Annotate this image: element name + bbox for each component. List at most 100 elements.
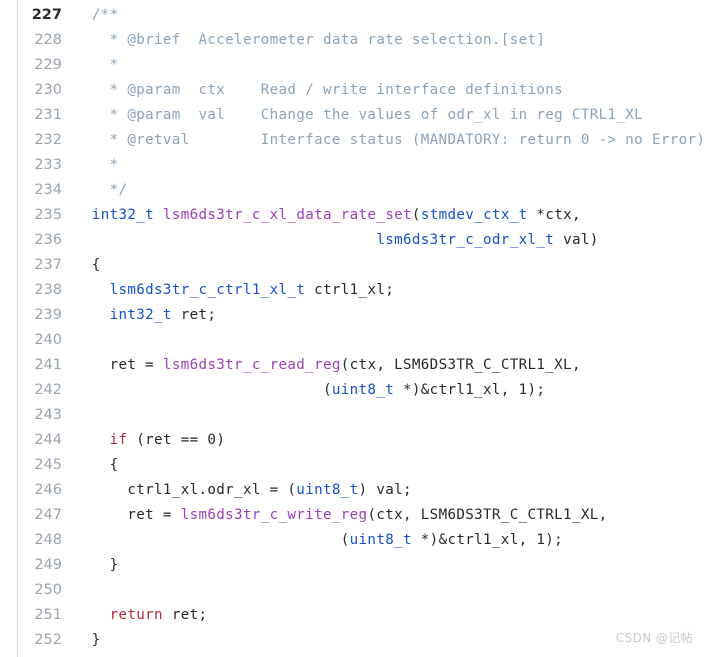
line-content: (uint8_t *)&ctrl1_xl, 1); <box>74 378 704 403</box>
code-line[interactable]: 249 } <box>0 553 704 578</box>
code-line[interactable]: 230 * @param ctx Read / write interface … <box>0 78 704 103</box>
code-token: * <box>74 157 119 173</box>
line-content: (uint8_t *)&ctrl1_xl, 1); <box>74 528 704 553</box>
code-token: ret = <box>74 507 181 523</box>
code-token: ( <box>74 532 350 548</box>
code-line-list: 227 /** 228 * @brief Accelerometer data r… <box>0 0 704 653</box>
code-token: } <box>74 557 119 573</box>
code-line[interactable]: 227 /** <box>0 3 704 28</box>
code-token: int32_t <box>109 307 172 323</box>
code-token: * @param ctx Read / write interface defi… <box>74 82 564 98</box>
code-line[interactable]: 252 } <box>0 628 704 653</box>
line-content: * <box>74 153 704 178</box>
line-number: 240 <box>34 332 62 348</box>
line-number: 228 <box>34 32 62 48</box>
line-number: 249 <box>34 557 62 573</box>
code-token: ret; <box>162 607 208 623</box>
code-line[interactable]: 236 lsm6ds3tr_c_odr_xl_t val) <box>0 228 704 253</box>
code-line[interactable]: 239 int32_t ret; <box>0 303 704 328</box>
code-token: ( <box>411 207 421 223</box>
code-token: ctrl1_xl.odr_xl = ( <box>74 482 297 498</box>
code-token: ( <box>74 382 332 398</box>
line-number: 245 <box>34 457 62 473</box>
line-number: 233 <box>34 157 62 173</box>
line-number: 227 <box>31 7 62 23</box>
code-token: int32_t <box>91 207 155 223</box>
line-number: 236 <box>34 232 62 248</box>
code-line[interactable]: 233 * <box>0 153 704 178</box>
line-number: 246 <box>34 482 62 498</box>
code-token: 1 <box>536 532 546 548</box>
code-token: return <box>109 607 163 623</box>
code-line[interactable]: 250 <box>0 578 704 603</box>
code-line[interactable]: 237 { <box>0 253 704 278</box>
line-content: lsm6ds3tr_c_ctrl1_xl_t ctrl1_xl; <box>74 278 704 303</box>
line-number: 250 <box>34 582 62 598</box>
line-number: 237 <box>34 257 62 273</box>
line-number: 238 <box>34 282 62 298</box>
code-token: val) <box>554 232 599 248</box>
line-content: * @retval Interface status (MANDATORY: r… <box>74 128 704 153</box>
code-line[interactable]: 241 ret = lsm6ds3tr_c_read_reg(ctx, LSM6… <box>0 353 704 378</box>
code-token: ) val; <box>358 482 412 498</box>
code-line[interactable]: 248 (uint8_t *)&ctrl1_xl, 1); <box>0 528 704 553</box>
line-number: 230 <box>34 82 62 98</box>
line-number: 242 <box>34 382 62 398</box>
code-token: 0 <box>207 432 217 448</box>
code-line[interactable]: 235 int32_t lsm6ds3tr_c_xl_data_rate_set… <box>0 203 704 228</box>
code-token: *)&ctrl1_xl, <box>394 382 519 398</box>
code-token: * @retval Interface status (MANDATORY: r… <box>74 132 704 148</box>
code-line[interactable]: 242 (uint8_t *)&ctrl1_xl, 1); <box>0 378 704 403</box>
code-token: lsm6ds3tr_c_write_reg <box>180 507 368 523</box>
code-token: * <box>74 57 119 73</box>
code-token: (ret == <box>127 432 208 448</box>
line-number: 252 <box>34 632 62 648</box>
code-token: { <box>74 257 101 273</box>
code-line[interactable]: 232 * @retval Interface status (MANDATOR… <box>0 128 704 153</box>
line-content: } <box>74 553 704 578</box>
code-viewer[interactable]: 227 /** 228 * @brief Accelerometer data r… <box>0 0 704 657</box>
code-token: /** <box>74 7 119 23</box>
code-token: uint8_t <box>331 382 395 398</box>
code-line[interactable]: 243 <box>0 403 704 428</box>
code-token: uint8_t <box>296 482 359 498</box>
code-token: ctrl1_xl; <box>305 282 395 298</box>
code-token: lsm6ds3tr_c_ctrl1_xl_t <box>109 282 306 298</box>
code-token: uint8_t <box>349 532 412 548</box>
line-number: 234 <box>34 182 62 198</box>
code-line[interactable]: 244 if (ret == 0) <box>0 428 704 453</box>
code-line[interactable]: 229 * <box>0 53 704 78</box>
line-content: * @brief Accelerometer data rate selecti… <box>74 28 704 53</box>
line-content: lsm6ds3tr_c_odr_xl_t val) <box>74 228 704 253</box>
code-token: *)&ctrl1_xl, <box>411 532 537 548</box>
code-token: 1 <box>518 382 528 398</box>
code-token: *ctx, <box>527 207 581 223</box>
code-token: } <box>74 632 101 648</box>
code-line[interactable]: 247 ret = lsm6ds3tr_c_write_reg(ctx, LSM… <box>0 503 704 528</box>
line-content: ret = lsm6ds3tr_c_read_reg(ctx, LSM6DS3T… <box>74 353 704 378</box>
line-number: 231 <box>34 107 62 123</box>
line-number: 232 <box>34 132 62 148</box>
line-content: ctrl1_xl.odr_xl = (uint8_t) val; <box>74 478 704 503</box>
line-content: ret = lsm6ds3tr_c_write_reg(ctx, LSM6DS3… <box>74 503 704 528</box>
code-line[interactable]: 240 <box>0 328 704 353</box>
code-line[interactable]: 246 ctrl1_xl.odr_xl = (uint8_t) val; <box>0 478 704 503</box>
code-token: stmdev_ctx_t <box>420 207 528 223</box>
csdn-watermark: CSDN @记帖 <box>615 631 693 645</box>
code-line[interactable]: 238 lsm6ds3tr_c_ctrl1_xl_t ctrl1_xl; <box>0 278 704 303</box>
line-content: * <box>74 53 704 78</box>
line-number: 239 <box>34 307 62 323</box>
code-line[interactable]: 234 */ <box>0 178 704 203</box>
code-token: (ctx, LSM6DS3TR_C_CTRL1_XL, <box>340 357 581 373</box>
code-token: if <box>109 432 128 448</box>
code-line[interactable]: 245 { <box>0 453 704 478</box>
code-token: * @param val Change the values of odr_xl… <box>74 107 644 123</box>
line-content: */ <box>74 178 704 203</box>
code-line[interactable]: 228 * @brief Accelerometer data rate sel… <box>0 28 704 53</box>
code-line[interactable]: 251 return ret; <box>0 603 704 628</box>
code-line[interactable]: 231 * @param val Change the values of od… <box>0 103 704 128</box>
